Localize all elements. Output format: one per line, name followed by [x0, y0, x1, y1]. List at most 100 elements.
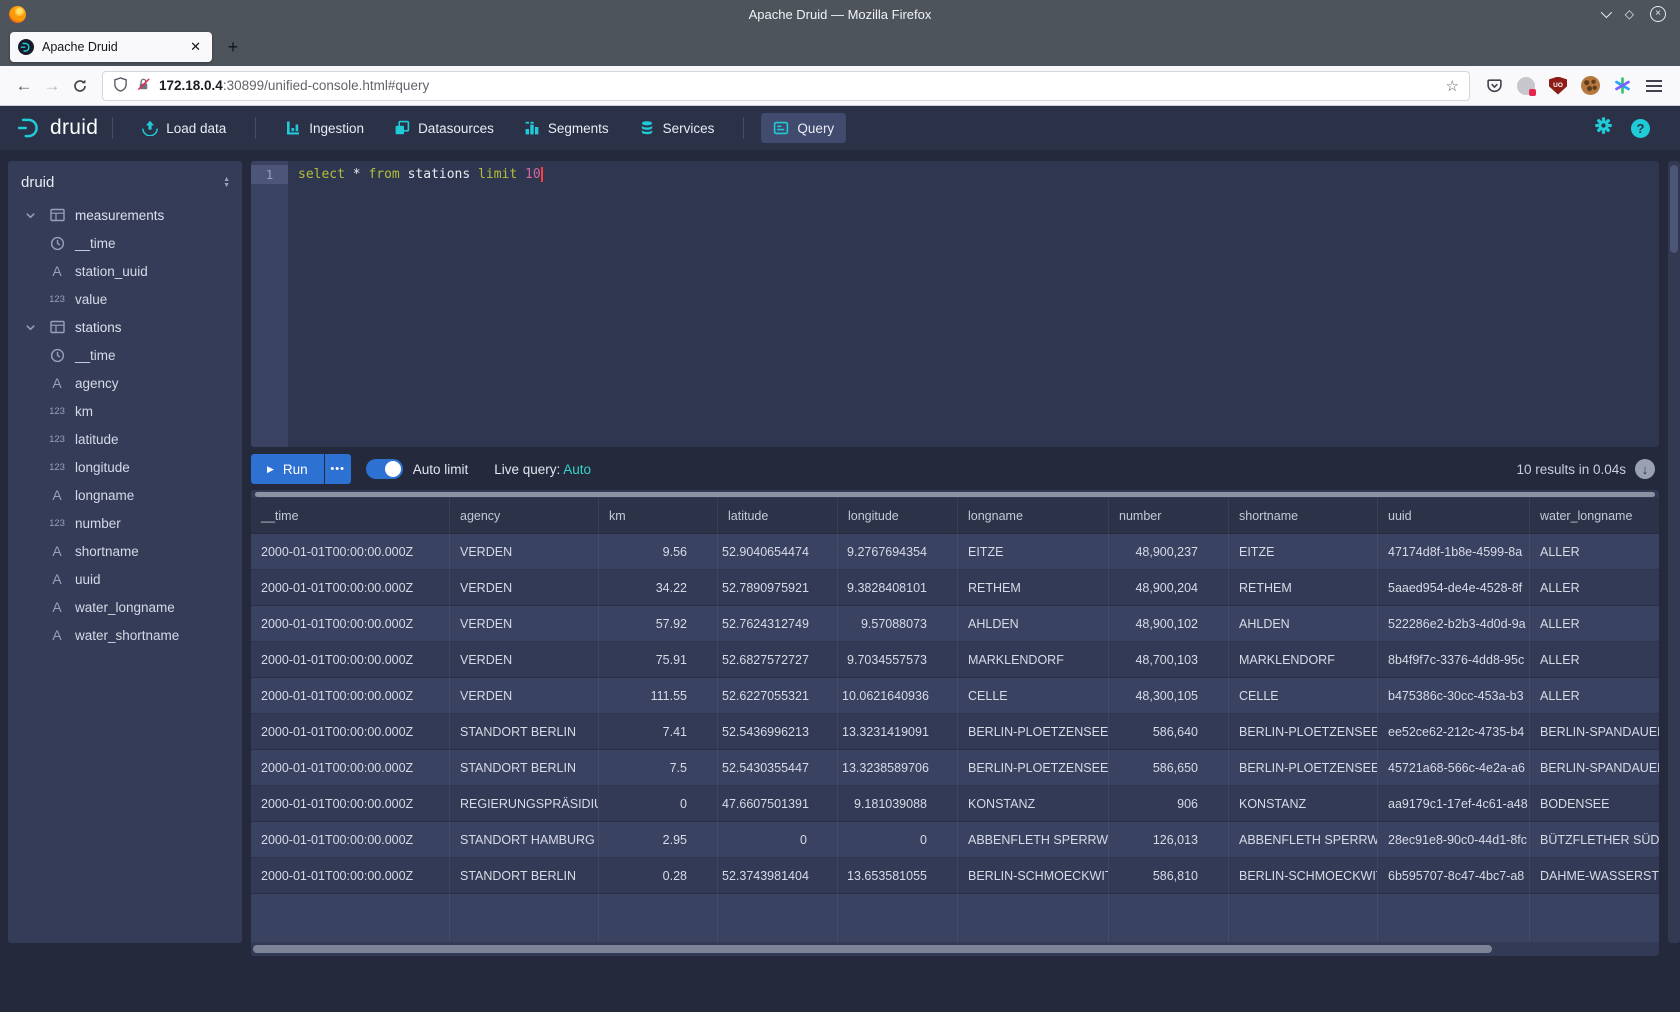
tree-column-value[interactable]: 123value — [8, 285, 242, 313]
cell-longitude[interactable]: 9.2767694354 — [838, 534, 958, 570]
vertical-scrollbar[interactable] — [1668, 161, 1680, 943]
cell-km[interactable] — [599, 894, 718, 942]
cell-agency[interactable]: REGIERUNGSPRÄSIDIUM — [450, 786, 599, 822]
nav-item-query[interactable]: Query — [761, 113, 846, 143]
cell-uuid[interactable]: 47174d8f-1b8e-4599-8a — [1378, 534, 1530, 570]
cell-km[interactable]: 75.91 — [599, 642, 718, 678]
tab-close-icon[interactable]: ✕ — [187, 39, 204, 55]
cell-agency[interactable]: VERDEN — [450, 534, 599, 570]
cell-km[interactable]: 9.56 — [599, 534, 718, 570]
cell-__time[interactable]: 2000-01-01T00:00:00.000Z — [251, 858, 450, 894]
tree-column-shortname[interactable]: Ashortname — [8, 537, 242, 565]
help-icon[interactable]: ? — [1631, 119, 1650, 138]
cell-number[interactable]: 48,300,105 — [1109, 678, 1229, 714]
query-editor[interactable]: select * from stations limit 10 — [288, 161, 1659, 447]
tree-column-number[interactable]: 123number — [8, 509, 242, 537]
cell-longname[interactable]: MARKLENDORF — [958, 642, 1109, 678]
forward-button[interactable]: → — [38, 72, 66, 100]
cell-latitude[interactable]: 52.9040654474 — [718, 534, 838, 570]
nav-item-services[interactable]: Services — [627, 113, 727, 143]
cell-longitude[interactable]: 13.3238589706 — [838, 750, 958, 786]
cell-shortname[interactable]: BERLIN-PLOETZENSEE U — [1229, 750, 1378, 786]
column-header-number[interactable]: number — [1109, 498, 1229, 534]
back-button[interactable]: ← — [10, 72, 38, 100]
column-header-longname[interactable]: longname — [958, 498, 1109, 534]
cell-shortname[interactable]: ABBENFLETH SPERRWERK — [1229, 822, 1378, 858]
cell-__time[interactable]: 2000-01-01T00:00:00.000Z — [251, 786, 450, 822]
cell-agency[interactable]: VERDEN — [450, 678, 599, 714]
column-header-longitude[interactable]: longitude — [838, 498, 958, 534]
cell-shortname[interactable]: MARKLENDORF — [1229, 642, 1378, 678]
asterisk-extension-icon[interactable] — [1612, 76, 1632, 96]
download-icon[interactable]: ↓ — [1635, 459, 1655, 479]
cell-uuid[interactable]: 45721a68-566c-4e2a-a6 — [1378, 750, 1530, 786]
cell-water_longname[interactable]: ALLER — [1530, 606, 1659, 642]
cell-water_longname[interactable]: BODENSEE — [1530, 786, 1659, 822]
cell-__time[interactable]: 2000-01-01T00:00:00.000Z — [251, 678, 450, 714]
column-header-__time[interactable]: __time — [251, 498, 450, 534]
cell-water_longname[interactable]: ALLER — [1530, 534, 1659, 570]
cell-shortname[interactable]: RETHEM — [1229, 570, 1378, 606]
menu-hamburger-icon[interactable] — [1644, 76, 1664, 96]
cell-longitude[interactable] — [838, 894, 958, 942]
cell-km[interactable]: 7.41 — [599, 714, 718, 750]
cell-water_longname[interactable]: ALLER — [1530, 570, 1659, 606]
cell-km[interactable]: 0.28 — [599, 858, 718, 894]
cell-__time[interactable]: 2000-01-01T00:00:00.000Z — [251, 570, 450, 606]
cell-number[interactable]: 48,900,102 — [1109, 606, 1229, 642]
cell-shortname[interactable]: EITZE — [1229, 534, 1378, 570]
cell-water_longname[interactable]: ALLER — [1530, 678, 1659, 714]
cell-number[interactable]: 126,013 — [1109, 822, 1229, 858]
cell-uuid[interactable]: 6b595707-8c47-4bc7-a8 — [1378, 858, 1530, 894]
cell-__time[interactable] — [251, 894, 450, 942]
extension-icon[interactable] — [1516, 76, 1536, 96]
cell-latitude[interactable]: 52.6827572727 — [718, 642, 838, 678]
cell-uuid[interactable]: aa9179c1-17ef-4c61-a48 — [1378, 786, 1530, 822]
column-header-agency[interactable]: agency — [450, 498, 599, 534]
nav-item-ingestion[interactable]: Ingestion — [273, 113, 376, 143]
insecure-lock-icon[interactable] — [136, 77, 151, 95]
url-bar[interactable]: 172.18.0.4:30899/unified-console.html#qu… — [102, 71, 1470, 101]
column-header-km[interactable]: km — [599, 498, 718, 534]
reload-button[interactable] — [66, 72, 94, 100]
cell-longitude[interactable]: 0 — [838, 822, 958, 858]
cookie-extension-icon[interactable] — [1580, 76, 1600, 96]
tree-table-measurements[interactable]: measurements — [8, 201, 242, 229]
cell-longname[interactable]: BERLIN-SCHMOECKWITZ — [958, 858, 1109, 894]
cell-number[interactable]: 586,810 — [1109, 858, 1229, 894]
window-shade-icon[interactable] — [1601, 7, 1612, 18]
cell-water_longname[interactable]: DAHME-WASSERSTRASSE — [1530, 858, 1659, 894]
window-maximize-icon[interactable]: ◇ — [1625, 8, 1634, 20]
cell-latitude[interactable]: 0 — [718, 822, 838, 858]
run-more-button[interactable]: ••• — [325, 454, 351, 484]
cell-agency[interactable]: VERDEN — [450, 642, 599, 678]
cell-longitude[interactable]: 9.7034557573 — [838, 642, 958, 678]
schema-selector[interactable]: druid ▲▼ — [8, 161, 242, 201]
sort-icon[interactable]: ▲▼ — [223, 177, 230, 189]
column-header-water_longname[interactable]: water_longname — [1530, 498, 1659, 534]
cell-number[interactable]: 906 — [1109, 786, 1229, 822]
cell-km[interactable]: 0 — [599, 786, 718, 822]
window-close-icon[interactable]: × — [1650, 6, 1666, 22]
cell-longitude[interactable]: 13.653581055 — [838, 858, 958, 894]
cell-latitude[interactable]: 52.7624312749 — [718, 606, 838, 642]
cell-longname[interactable]: CELLE — [958, 678, 1109, 714]
live-query-label[interactable]: Live query: Auto — [494, 462, 591, 477]
cell-longitude[interactable]: 10.0621640936 — [838, 678, 958, 714]
tree-column-__time[interactable]: __time — [8, 341, 242, 369]
nav-item-load-data[interactable]: Load data — [130, 113, 238, 143]
cell-shortname[interactable]: AHLDEN — [1229, 606, 1378, 642]
druid-logo[interactable]: druid — [16, 115, 98, 141]
cell-shortname[interactable]: KONSTANZ — [1229, 786, 1378, 822]
column-header-latitude[interactable]: latitude — [718, 498, 838, 534]
cell-shortname[interactable]: BERLIN-PLOETZENSEE C — [1229, 714, 1378, 750]
horizontal-scrollbar-bottom[interactable] — [253, 945, 1492, 953]
cell-__time[interactable]: 2000-01-01T00:00:00.000Z — [251, 714, 450, 750]
nav-item-segments[interactable]: Segments — [512, 113, 621, 143]
cell-uuid[interactable]: 8b4f9f7c-3376-4dd8-95c — [1378, 642, 1530, 678]
cell-number[interactable]: 586,650 — [1109, 750, 1229, 786]
cell-uuid[interactable]: ee52ce62-212c-4735-b4 — [1378, 714, 1530, 750]
cell-longname[interactable]: RETHEM — [958, 570, 1109, 606]
cell-water_longname[interactable]: ALLER — [1530, 642, 1659, 678]
run-button[interactable]: ▶ Run — [251, 454, 324, 484]
